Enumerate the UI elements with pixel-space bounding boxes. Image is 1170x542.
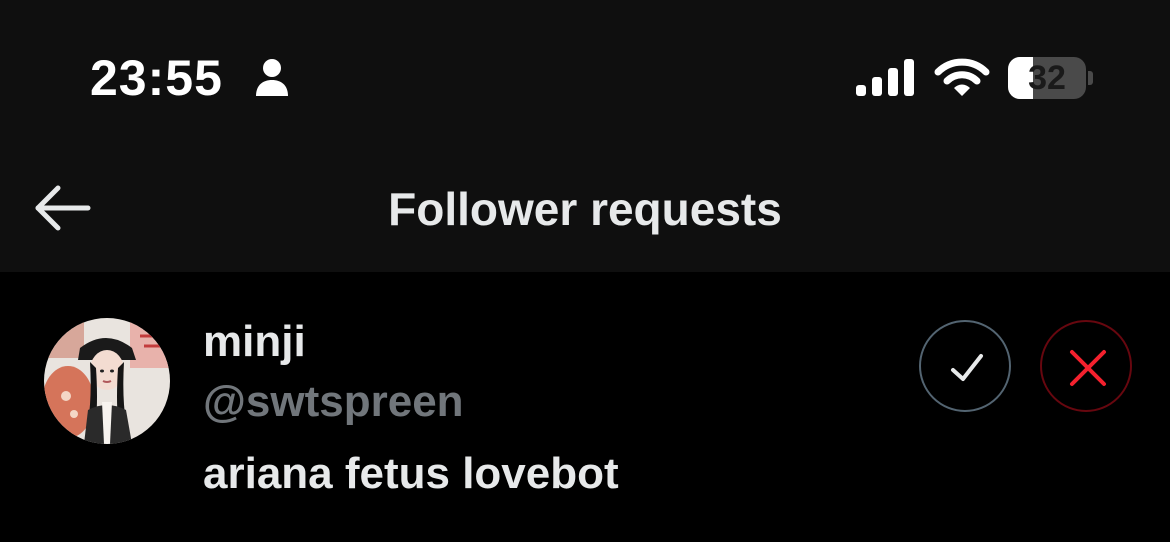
page-title: Follower requests — [388, 183, 782, 235]
wifi-icon — [934, 58, 990, 96]
decline-request-button[interactable] — [1040, 320, 1132, 412]
avatar[interactable] — [44, 318, 170, 444]
battery-icon: 32 — [1008, 57, 1086, 99]
username-handle: @swtspreen — [203, 377, 464, 426]
status-time: 23:55 — [90, 50, 223, 106]
checkmark-icon — [951, 354, 983, 381]
accept-request-button[interactable] — [919, 320, 1011, 412]
person-icon — [256, 59, 288, 96]
signal-icon — [856, 59, 914, 96]
display-name[interactable]: minji — [203, 316, 306, 368]
battery-level-text: 32 — [1028, 59, 1066, 97]
battery-nub — [1088, 71, 1093, 85]
bio-text: ariana fetus lovebot — [203, 449, 619, 498]
follower-request-row[interactable]: minji @swtspreen ariana fetus lovebot — [0, 272, 1170, 542]
avatar-image — [44, 318, 170, 444]
close-icon — [1070, 350, 1106, 386]
